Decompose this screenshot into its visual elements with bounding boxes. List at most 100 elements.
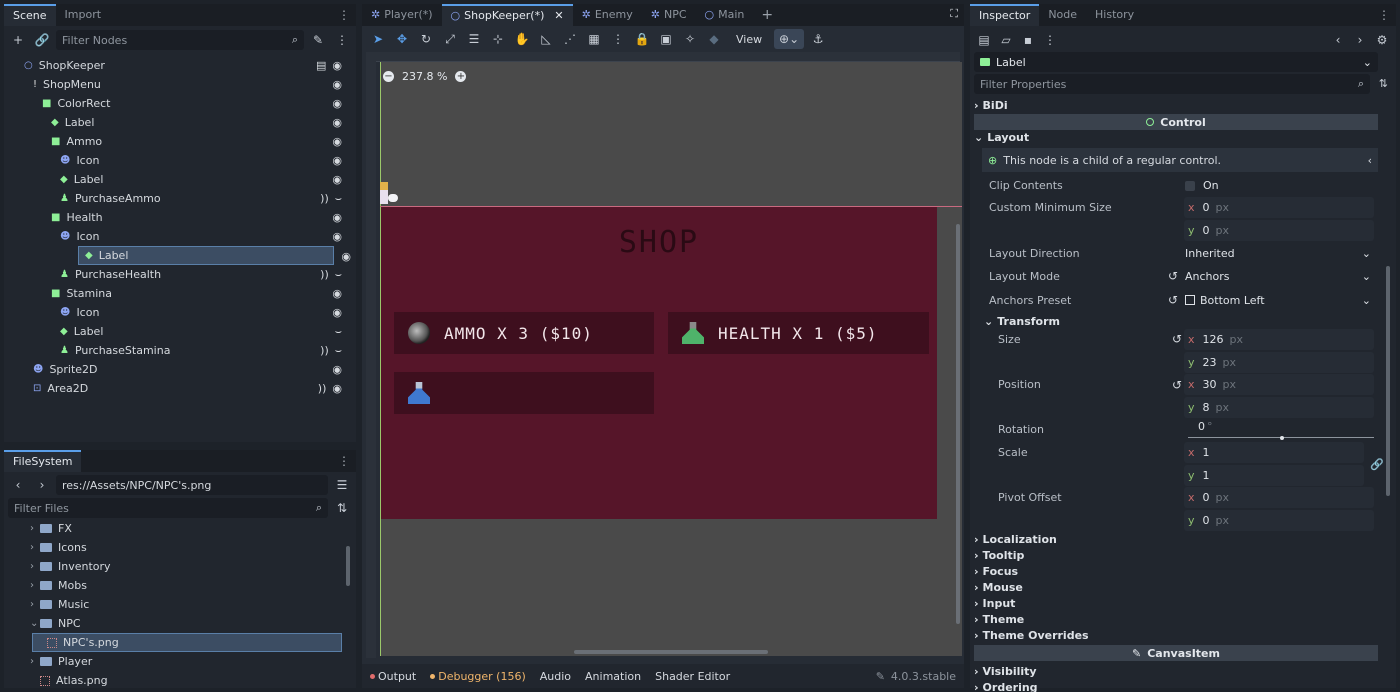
anchors-preset-select[interactable]: Bottom Left ⌄ — [1185, 290, 1375, 310]
new-resource-icon[interactable]: ▤ — [974, 30, 994, 50]
scene-tree-item[interactable]: ◆ Label ◉ — [10, 113, 346, 132]
scene-tree-item[interactable]: ☻ Sprite2D ◉ — [10, 360, 346, 379]
chevron-right-icon[interactable]: › — [30, 580, 40, 591]
tab-inspector[interactable]: Inspector — [970, 4, 1040, 26]
filter-options-icon[interactable]: ⇅ — [1379, 77, 1388, 90]
close-icon[interactable]: ✕ — [554, 6, 563, 26]
script-icon[interactable]: ▤ — [316, 59, 326, 72]
eye-icon[interactable]: ◉ — [332, 211, 342, 224]
scene-menu-icon[interactable]: ⋮ — [338, 8, 350, 22]
eye-icon[interactable]: ◉ — [341, 250, 351, 263]
signal-icon[interactable]: )) — [320, 268, 329, 282]
size-x[interactable]: x 126 px — [1184, 329, 1374, 350]
scene-tree-item[interactable]: ☻ Icon ◉ — [10, 227, 346, 246]
shader-editor-tab[interactable]: Shader Editor — [655, 670, 730, 683]
forward-icon[interactable]: › — [32, 475, 52, 495]
path-field[interactable]: res://Assets/NPC/NPC's.png — [56, 475, 328, 495]
eye-icon[interactable]: ◉ — [332, 230, 342, 243]
pivot-tool-icon[interactable]: ⊹ — [488, 29, 508, 49]
revert-icon[interactable]: ↺ — [1172, 332, 1182, 346]
file-tree-item[interactable]: ⌄ NPC — [14, 614, 342, 633]
scene-tree-item[interactable]: ◆ Label ◉ — [10, 170, 346, 189]
layout-direction-select[interactable]: Inherited ⌄ — [1185, 243, 1375, 263]
add-node-icon[interactable]: + — [8, 30, 28, 50]
view-menu[interactable]: View — [728, 33, 770, 46]
anchor-icon[interactable]: ⚓ — [808, 29, 828, 49]
viewport-scrollbar-v[interactable] — [956, 224, 960, 624]
anchor-add-icon[interactable]: ⊕⌄ — [774, 29, 805, 49]
eye-icon[interactable]: ◉ — [332, 363, 342, 376]
scale-y[interactable]: y1 — [1184, 465, 1364, 486]
chevron-down-icon[interactable]: ⌄ — [30, 618, 40, 629]
scene-tree-item[interactable]: ◆ Label ◉ — [78, 246, 351, 265]
scene-tab[interactable]: ○ ShopKeeper(*) ✕ — [441, 4, 573, 26]
scene-tree-item[interactable]: ■ Health ◉ — [10, 208, 346, 227]
scene-tree-item[interactable]: ☻ Icon ◉ — [10, 303, 346, 322]
animation-tab[interactable]: Animation — [585, 670, 641, 683]
viewport-scrollbar-h[interactable] — [574, 650, 768, 654]
scale-tool-icon[interactable]: ⤢ — [440, 29, 460, 49]
debugger-tab[interactable]: Debugger (156) — [430, 670, 526, 683]
scene-tree-item[interactable]: ◆ Label ⌣ — [10, 322, 346, 341]
file-tree-item[interactable]: › Mobs — [14, 576, 342, 595]
section-bidi[interactable]: › BiDi — [974, 98, 1378, 113]
move-tool-icon[interactable]: ✥ — [392, 29, 412, 49]
save-icon[interactable]: ▪ — [1018, 30, 1038, 50]
group-icon[interactable]: ▣ — [656, 29, 676, 49]
tab-scene[interactable]: Scene — [4, 4, 56, 26]
inspector-menu-icon[interactable]: ⋮ — [1378, 8, 1390, 22]
scene-tree-item[interactable]: ⊡ Area2D)) ◉ — [10, 379, 346, 398]
layout-mode-select[interactable]: Anchors ⌄ — [1185, 266, 1375, 286]
file-tree-item[interactable]: › Player — [14, 652, 342, 671]
slider-handle[interactable] — [1280, 436, 1284, 440]
custom-min-size-y[interactable]: y 0 px — [1184, 220, 1374, 241]
audio-tab[interactable]: Audio — [540, 670, 571, 683]
chevron-right-icon[interactable]: › — [30, 523, 40, 534]
rotate-tool-icon[interactable]: ↻ — [416, 29, 436, 49]
eye-icon[interactable]: ◉ — [332, 287, 342, 300]
skeleton-icon[interactable]: ◆ — [704, 29, 724, 49]
scene-tree-item[interactable]: ■ Stamina ◉ — [10, 284, 346, 303]
file-tree-item[interactable]: Atlas.png — [14, 671, 342, 688]
section-tooltip[interactable]: › Tooltip — [974, 548, 1378, 563]
file-tree-item[interactable]: NPC's.png — [32, 633, 342, 652]
section-transform[interactable]: ⌄ Transform — [984, 314, 1378, 329]
scene-options-icon[interactable]: ⋮ — [332, 30, 352, 50]
split-view-icon[interactable]: ☰ — [332, 475, 352, 495]
signal-icon[interactable]: )) — [318, 382, 327, 395]
file-tree-item[interactable]: › Inventory — [14, 557, 342, 576]
scene-tab[interactable]: ○ Main — [696, 4, 754, 26]
section-theme[interactable]: › Theme — [974, 612, 1378, 627]
history-back-icon[interactable]: ‹ — [1328, 30, 1348, 50]
signal-icon[interactable]: )) — [320, 344, 329, 358]
tab-node[interactable]: Node — [1039, 4, 1086, 26]
lock-icon[interactable]: 🔒 — [632, 29, 652, 49]
file-tree-item[interactable]: › Icons — [14, 538, 342, 557]
tab-history[interactable]: History — [1086, 4, 1143, 26]
chevron-right-icon[interactable]: › — [30, 542, 40, 553]
eye-icon[interactable]: ◉ — [332, 59, 342, 72]
shopkeeper-sprite[interactable] — [380, 182, 404, 208]
signal-icon[interactable]: )) — [320, 192, 329, 206]
eye-icon[interactable]: ◉ — [332, 173, 342, 186]
position-x[interactable]: x 30 px — [1184, 374, 1374, 395]
scale-x[interactable]: x1 — [1184, 442, 1364, 463]
node-type-selector[interactable]: Label ⌄ — [974, 52, 1378, 72]
stamina-slot[interactable] — [394, 372, 654, 414]
position-y[interactable]: y 8 px — [1184, 397, 1374, 418]
eye-icon[interactable]: ◉ — [332, 116, 342, 129]
canvas-viewport[interactable]: − 237.8 % + SHOP AMMO X 3 ($10) HEALTH X… — [380, 62, 962, 656]
collapse-icon[interactable]: ‹ — [1368, 154, 1372, 167]
scene-tree-item[interactable]: ♟ PurchaseHealth)) ⌣ — [10, 265, 346, 284]
eye-closed-icon[interactable]: ⌣ — [335, 344, 342, 358]
grid-snap-icon[interactable]: ▦ — [584, 29, 604, 49]
scene-tab[interactable]: ✲ Enemy — [573, 4, 642, 26]
scene-tree-item[interactable]: ! ShopMenu ◉ — [10, 75, 346, 94]
scene-tree-item[interactable]: ♟ PurchaseAmmo)) ⌣ — [10, 189, 346, 208]
ruler-tool-icon[interactable]: ◺ — [536, 29, 556, 49]
eye-icon[interactable]: ◉ — [332, 382, 342, 395]
revert-icon[interactable]: ↺ — [1168, 293, 1178, 307]
history-forward-icon[interactable]: › — [1350, 30, 1370, 50]
section-layout[interactable]: ⌄ Layout — [974, 130, 1378, 145]
pan-tool-icon[interactable]: ✋ — [512, 29, 532, 49]
